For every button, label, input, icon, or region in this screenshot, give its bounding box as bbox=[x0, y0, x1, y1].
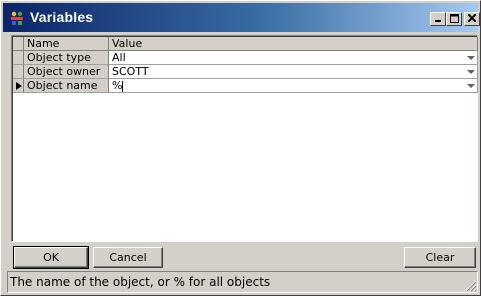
row-value-object-type[interactable]: All bbox=[109, 51, 478, 65]
row-value-object-owner[interactable]: SCOTT bbox=[109, 65, 478, 79]
dropdown-arrow-icon[interactable] bbox=[467, 54, 475, 62]
row-gutter[interactable] bbox=[13, 51, 24, 65]
grid-header-row: Name Value bbox=[13, 37, 478, 51]
maximize-button[interactable] bbox=[446, 12, 462, 26]
variables-dialog: Variables Name Value Object type All Obj… bbox=[0, 0, 481, 296]
row-value-object-name[interactable]: % bbox=[109, 79, 478, 93]
title-bar[interactable]: Variables bbox=[3, 3, 480, 32]
app-icon bbox=[9, 10, 25, 26]
header-name[interactable]: Name bbox=[24, 37, 109, 51]
dropdown-arrow-icon[interactable] bbox=[467, 68, 475, 76]
ok-button[interactable]: OK bbox=[13, 246, 89, 269]
row-gutter-current[interactable] bbox=[13, 79, 24, 93]
header-value[interactable]: Value bbox=[109, 37, 478, 51]
minimize-icon bbox=[435, 20, 441, 22]
value-text: All bbox=[112, 51, 126, 64]
grid-body: Name Value Object type All Object owner … bbox=[12, 36, 478, 241]
header-gutter bbox=[13, 37, 24, 51]
dropdown-arrow-icon[interactable] bbox=[467, 82, 475, 90]
text-cursor bbox=[122, 80, 124, 92]
value-text: % bbox=[112, 79, 123, 92]
status-text: The name of the object, or % for all obj… bbox=[10, 275, 271, 289]
row-name-object-owner: Object owner bbox=[24, 65, 109, 79]
table-row[interactable]: Object name % bbox=[13, 79, 478, 93]
resize-grip-icon[interactable] bbox=[463, 278, 477, 292]
table-row[interactable]: Object type All bbox=[13, 51, 478, 65]
close-icon bbox=[468, 14, 476, 22]
minimize-button[interactable] bbox=[430, 12, 446, 26]
row-gutter[interactable] bbox=[13, 65, 24, 79]
row-name-object-type: Object type bbox=[24, 51, 109, 65]
value-text: SCOTT bbox=[112, 65, 149, 78]
window-title: Variables bbox=[30, 9, 94, 25]
row-name-object-name: Object name bbox=[24, 79, 109, 93]
triangle-right-icon bbox=[16, 82, 22, 90]
table-row[interactable]: Object owner SCOTT bbox=[13, 65, 478, 79]
maximize-icon bbox=[449, 14, 459, 23]
close-button[interactable] bbox=[464, 12, 480, 26]
clear-button[interactable]: Clear bbox=[404, 247, 476, 268]
variables-grid[interactable]: Name Value Object type All Object owner … bbox=[11, 35, 478, 242]
status-bar: The name of the object, or % for all obj… bbox=[7, 271, 478, 293]
cancel-button[interactable]: Cancel bbox=[93, 247, 163, 268]
